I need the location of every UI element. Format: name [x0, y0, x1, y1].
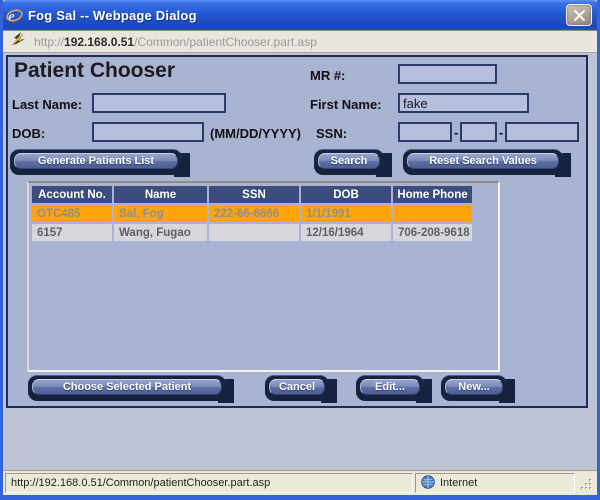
ssn-dash-1: -	[454, 125, 459, 140]
ssn-input-1[interactable]	[398, 122, 452, 142]
col-header-name: Name	[114, 186, 207, 203]
address-bar: http://192.168.0.51/Common/patientChoose…	[3, 30, 597, 53]
table-header-row: Account No. Name SSN DOB Home Phone	[32, 186, 472, 203]
ssn-input-2[interactable]	[460, 122, 497, 142]
cell-home-phone[interactable]	[393, 205, 472, 222]
first-name-label: First Name:	[310, 97, 382, 112]
webpage-dialog-window: e Fog Sal -- Webpage Dialog http://192.1…	[0, 0, 600, 500]
url-host: 192.168.0.51	[64, 34, 135, 49]
cancel-button[interactable]: Cancel	[265, 375, 337, 403]
new-button[interactable]: New...	[441, 375, 515, 403]
new-button-label: New...	[445, 379, 503, 395]
status-bar: http://192.168.0.51/Common/patientChoose…	[3, 470, 597, 495]
dob-input[interactable]	[92, 122, 204, 142]
edit-button[interactable]: Edit...	[356, 375, 432, 403]
dob-label: DOB:	[12, 126, 46, 141]
search-button-label: Search	[318, 153, 380, 169]
last-name-input[interactable]	[92, 93, 226, 113]
ssn-dash-2: -	[499, 125, 504, 140]
cell-ssn[interactable]	[209, 224, 299, 241]
col-header-ssn: SSN	[209, 186, 299, 203]
ie-logo-icon: e	[6, 7, 23, 24]
choose-selected-patient-label: Choose Selected Patient	[32, 379, 222, 395]
dialog-content: Patient Chooser MR #: Last Name: First N…	[3, 53, 597, 470]
ssn-input-3[interactable]	[505, 122, 579, 142]
security-zone: Internet	[415, 473, 575, 493]
dialog-url: http://192.168.0.51/Common/patientChoose…	[34, 35, 317, 49]
cell-dob[interactable]: 12/16/1964	[301, 224, 391, 241]
generate-patients-list-label: Generate Patients List	[14, 153, 178, 169]
ssn-label: SSN:	[316, 126, 348, 141]
close-button[interactable]	[566, 4, 592, 26]
url-protocol: http://	[34, 34, 65, 49]
cell-name[interactable]: Wang, Fugao	[114, 224, 207, 241]
patient-list-box: Account No. Name SSN DOB Home Phone OTC4…	[27, 181, 500, 372]
patient-table: Account No. Name SSN DOB Home Phone OTC4…	[30, 184, 474, 243]
patient-chooser-panel: Patient Chooser MR #: Last Name: First N…	[6, 55, 588, 408]
col-header-account-no: Account No.	[32, 186, 112, 203]
status-url: http://192.168.0.51/Common/patientChoose…	[5, 473, 413, 493]
zone-label: Internet	[440, 477, 478, 489]
first-name-input[interactable]	[398, 93, 529, 113]
cell-account-no[interactable]: 6157	[32, 224, 112, 241]
reset-search-values-label: Reset Search Values	[407, 153, 559, 169]
cell-dob[interactable]: 1/1/1991	[301, 205, 391, 222]
choose-selected-patient-button[interactable]: Choose Selected Patient	[28, 375, 234, 403]
dob-format-hint: (MM/DD/YYYY)	[210, 126, 301, 141]
cell-ssn[interactable]: 222-66-6666	[209, 205, 299, 222]
reset-search-values-button[interactable]: Reset Search Values	[403, 149, 571, 177]
edit-button-label: Edit...	[360, 379, 420, 395]
last-name-label: Last Name:	[12, 97, 83, 112]
page-title: Patient Chooser	[14, 59, 176, 82]
cell-home-phone[interactable]: 706-208-9618	[393, 224, 472, 241]
window-title: Fog Sal -- Webpage Dialog	[28, 7, 197, 23]
search-button[interactable]: Search	[314, 149, 392, 177]
resize-grip-icon[interactable]	[575, 473, 595, 493]
broken-page-icon	[9, 31, 27, 52]
url-path: /Common/patientChooser.part.asp	[134, 34, 317, 49]
mr-input[interactable]	[398, 64, 497, 84]
cancel-button-label: Cancel	[269, 379, 325, 395]
titlebar[interactable]: e Fog Sal -- Webpage Dialog	[3, 0, 597, 30]
col-header-dob: DOB	[301, 186, 391, 203]
col-header-home-phone: Home Phone	[393, 186, 472, 203]
generate-patients-list-button[interactable]: Generate Patients List	[10, 149, 190, 177]
cell-name[interactable]: Sal, Fog	[114, 205, 207, 222]
globe-icon	[421, 474, 435, 492]
cell-account-no[interactable]: OTC485	[32, 205, 112, 222]
table-row[interactable]: 6157 Wang, Fugao 12/16/1964 706-208-9618	[32, 224, 472, 241]
mr-label: MR #:	[310, 68, 346, 83]
table-row[interactable]: OTC485 Sal, Fog 222-66-6666 1/1/1991	[32, 205, 472, 222]
close-icon	[573, 9, 585, 21]
